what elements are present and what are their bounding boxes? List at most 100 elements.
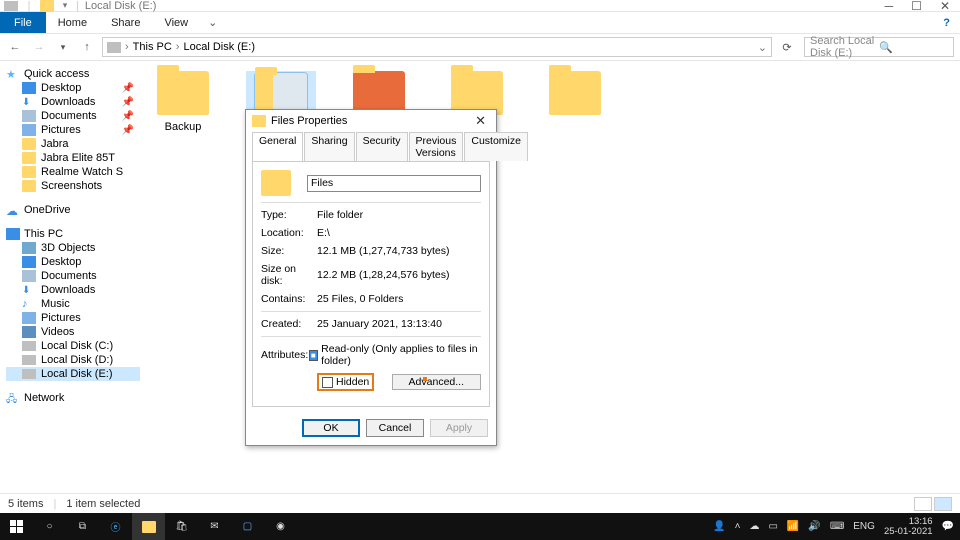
breadcrumb-drive[interactable]: Local Disk (E:) xyxy=(183,41,255,53)
nav-documents2[interactable]: Documents xyxy=(6,269,140,283)
mail-button[interactable]: ✉ xyxy=(198,513,231,540)
details-view-button[interactable] xyxy=(914,497,932,511)
expand-ribbon-button[interactable]: ⌄ xyxy=(200,16,225,29)
taskview-button[interactable]: ⧉ xyxy=(66,513,99,540)
forward-button[interactable]: → xyxy=(30,38,48,56)
checkbox-icon xyxy=(322,377,333,388)
nav-tree[interactable]: Quick access Desktop📌 Downloads📌 Documen… xyxy=(0,61,140,493)
tab-general[interactable]: General xyxy=(252,132,303,161)
video-icon xyxy=(22,326,36,338)
tray-chevron-icon[interactable]: ˄ xyxy=(735,521,741,532)
nav-videos[interactable]: Videos xyxy=(6,325,140,339)
chrome-button[interactable]: ◉ xyxy=(264,513,297,540)
icons-view-button[interactable] xyxy=(934,497,952,511)
tray-keyboard-icon[interactable]: ⌨ xyxy=(830,521,844,532)
nav-screenshots[interactable]: Screenshots xyxy=(6,179,140,193)
folder-icon xyxy=(252,115,266,127)
nav-drive-e[interactable]: Local Disk (E:) xyxy=(6,367,140,381)
tray-language[interactable]: ENG xyxy=(853,521,875,532)
tray-clock[interactable]: 13:16 25-01-2021 xyxy=(884,517,933,537)
maximize-button[interactable]: ☐ xyxy=(911,0,922,13)
nav-jabra[interactable]: Jabra xyxy=(6,137,140,151)
explorer-button[interactable] xyxy=(132,513,165,540)
tab-view[interactable]: View xyxy=(152,12,200,33)
close-button[interactable]: ✕ xyxy=(940,0,950,13)
tab-customize[interactable]: Customize xyxy=(464,132,528,161)
breadcrumb[interactable]: › This PC › Local Disk (E:) ⌄ xyxy=(102,37,772,57)
search-input[interactable]: Search Local Disk (E:) 🔍 xyxy=(804,37,954,57)
tab-security[interactable]: Security xyxy=(356,132,408,161)
thispc-header[interactable]: This PC xyxy=(6,227,140,241)
window-title: Local Disk (E:) xyxy=(85,0,157,12)
folder-icon xyxy=(142,521,156,533)
pin-icon: 📌 xyxy=(122,97,134,108)
nav-jabra-elite[interactable]: Jabra Elite 85T xyxy=(6,151,140,165)
hidden-checkbox[interactable]: Hidden xyxy=(322,376,369,388)
folder-backup[interactable]: Backup xyxy=(148,71,218,133)
up-button[interactable]: ↑ xyxy=(78,38,96,56)
tray-cloud-icon[interactable]: ☁ xyxy=(749,521,759,532)
minimize-button[interactable]: ─ xyxy=(885,0,894,13)
cancel-button[interactable]: Cancel xyxy=(366,419,424,437)
nav-3dobjects[interactable]: 3D Objects xyxy=(6,241,140,255)
type-label: Type: xyxy=(261,209,317,221)
nav-drive-d[interactable]: Local Disk (D:) xyxy=(6,353,140,367)
chevron-down-icon[interactable]: ▾ xyxy=(58,0,72,13)
nav-downloads2[interactable]: Downloads xyxy=(6,283,140,297)
app-button[interactable]: ▢ xyxy=(231,513,264,540)
breadcrumb-thispc[interactable]: This PC xyxy=(133,41,172,53)
apply-button[interactable]: Apply xyxy=(430,419,488,437)
network-icon xyxy=(6,392,20,404)
help-button[interactable]: ? xyxy=(933,17,960,29)
download-icon xyxy=(22,284,36,296)
file-menu[interactable]: File xyxy=(0,12,46,33)
edge-button[interactable]: ⓔ xyxy=(99,513,132,540)
recent-dropdown[interactable]: ▾ xyxy=(54,38,72,56)
start-button[interactable] xyxy=(0,513,33,540)
tab-home[interactable]: Home xyxy=(46,12,99,33)
nav-music[interactable]: Music xyxy=(6,297,140,311)
breadcrumb-dropdown[interactable]: ⌄ xyxy=(758,41,767,54)
network-header[interactable]: Network xyxy=(6,391,140,405)
tray-battery-icon[interactable]: ▭ xyxy=(768,521,777,532)
nav-desktop2[interactable]: Desktop xyxy=(6,255,140,269)
refresh-button[interactable]: ⟳ xyxy=(778,38,796,56)
readonly-checkbox[interactable]: ■Read-only (Only applies to files in fol… xyxy=(309,343,481,367)
onedrive-header[interactable]: OneDrive xyxy=(6,203,140,217)
quick-access-header[interactable]: Quick access xyxy=(6,67,140,81)
tray-notifications-icon[interactable]: 💬 xyxy=(942,521,954,532)
taskbar: ○ ⧉ ⓔ 🛍 ✉ ▢ ◉ 👤 ˄ ☁ ▭ 📶 🔊 ⌨ ENG 13:16 25… xyxy=(0,513,960,540)
nav-downloads[interactable]: Downloads📌 xyxy=(6,95,140,109)
tab-share[interactable]: Share xyxy=(99,12,152,33)
folder-name-input[interactable] xyxy=(307,175,481,192)
search-button[interactable]: ○ xyxy=(33,513,66,540)
nav-desktop[interactable]: Desktop📌 xyxy=(6,81,140,95)
dialog-body: Type:File folder Location:E:\ Size:12.1 … xyxy=(252,161,490,407)
dialog-title: Files Properties xyxy=(271,115,347,127)
nav-drive-c[interactable]: Local Disk (C:) xyxy=(6,339,140,353)
store-button[interactable]: 🛍 xyxy=(165,513,198,540)
tray-volume-icon[interactable]: 🔊 xyxy=(808,521,820,532)
size-value: 12.1 MB (1,27,74,733 bytes) xyxy=(317,245,450,257)
tray-wifi-icon[interactable]: 📶 xyxy=(787,521,799,532)
cloud-icon xyxy=(6,204,20,216)
folder-item-5[interactable] xyxy=(540,71,610,121)
dialog-titlebar[interactable]: Files Properties ✕ xyxy=(246,110,496,132)
pc-icon xyxy=(6,228,20,240)
checkbox-icon: ■ xyxy=(309,350,319,361)
advanced-button[interactable]: Advanced... xyxy=(392,374,481,390)
nav-pictures[interactable]: Pictures📌 xyxy=(6,123,140,137)
tab-previous-versions[interactable]: Previous Versions xyxy=(409,132,464,161)
ok-button[interactable]: OK xyxy=(302,419,360,437)
picture-icon xyxy=(22,124,36,136)
folder-icon xyxy=(22,180,36,192)
nav-pictures2[interactable]: Pictures xyxy=(6,311,140,325)
search-placeholder: Search Local Disk (E:) xyxy=(810,35,879,59)
dialog-close-button[interactable]: ✕ xyxy=(471,113,490,129)
tray-people-icon[interactable]: 👤 xyxy=(713,521,725,532)
nav-realme[interactable]: Realme Watch S xyxy=(6,165,140,179)
back-button[interactable]: ← xyxy=(6,38,24,56)
pin-icon: 📌 xyxy=(122,125,134,136)
tab-sharing[interactable]: Sharing xyxy=(304,132,354,161)
nav-documents[interactable]: Documents📌 xyxy=(6,109,140,123)
